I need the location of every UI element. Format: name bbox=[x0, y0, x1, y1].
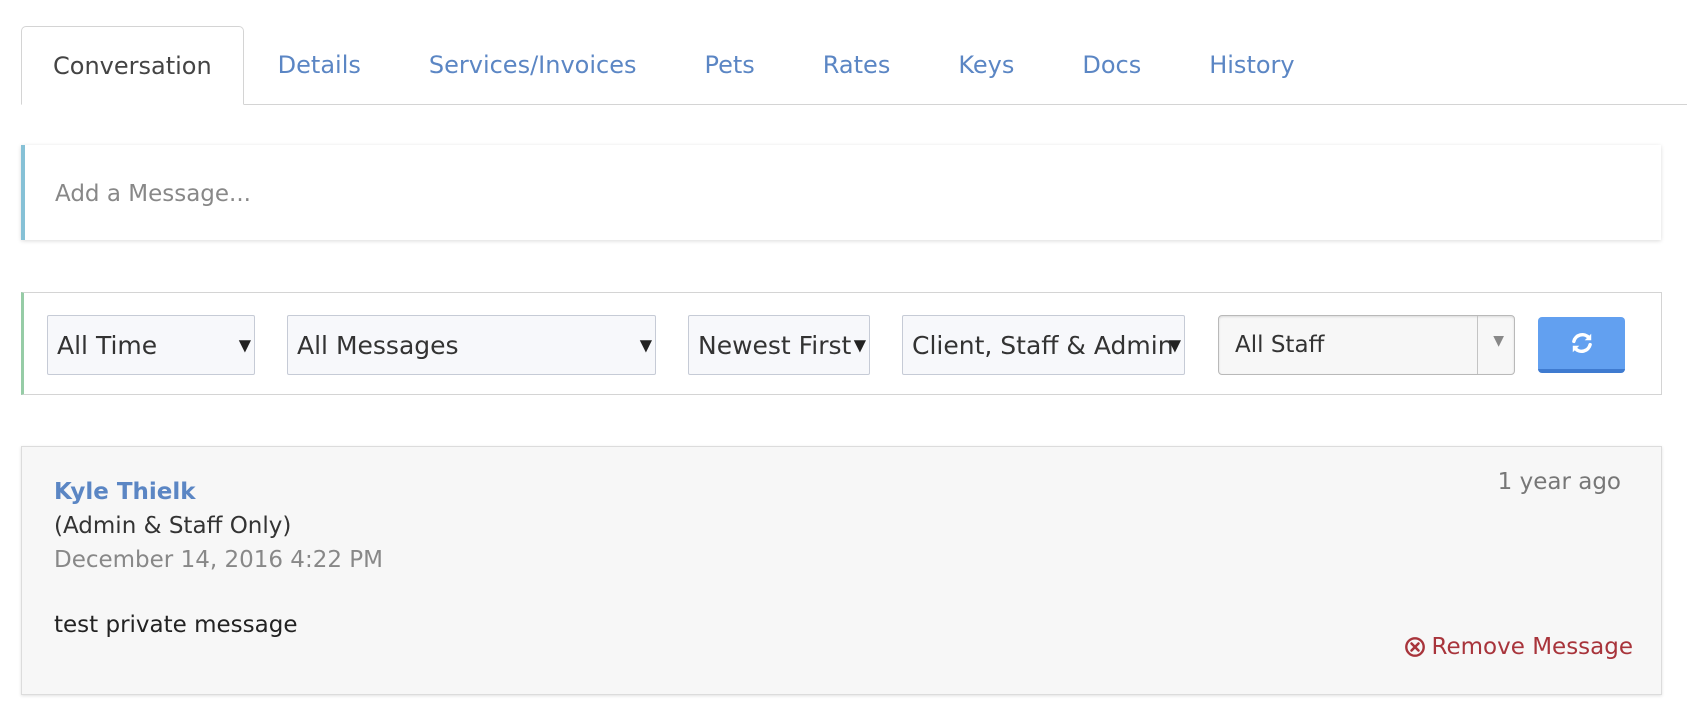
remove-message-link[interactable]: Remove Message bbox=[1404, 634, 1633, 660]
message-input[interactable] bbox=[53, 145, 1637, 242]
tab-rates[interactable]: Rates bbox=[789, 26, 925, 103]
staff-value: All Staff bbox=[1235, 332, 1325, 358]
tab-docs[interactable]: Docs bbox=[1048, 26, 1175, 103]
audience-select[interactable]: Client, Staff & Admin ▼ bbox=[902, 315, 1185, 375]
message-timestamp: December 14, 2016 4:22 PM bbox=[54, 547, 383, 573]
sort-order-select[interactable]: Newest First ▼ bbox=[688, 315, 870, 375]
select-divider bbox=[1477, 316, 1478, 374]
message-relative-time: 1 year ago bbox=[1497, 469, 1621, 495]
tab-keys[interactable]: Keys bbox=[924, 26, 1048, 103]
refresh-icon bbox=[1571, 333, 1592, 353]
refresh-button[interactable] bbox=[1538, 317, 1625, 373]
tab-bar: Conversation Details Services/Invoices P… bbox=[21, 26, 1687, 105]
sort-order-value: Newest First bbox=[698, 330, 852, 360]
message-type-select[interactable]: All Messages ▼ bbox=[287, 315, 656, 375]
caret-down-icon: ▼ bbox=[1493, 333, 1504, 349]
time-filter-select[interactable]: All Time ▼ bbox=[47, 315, 255, 375]
caret-down-icon: ▼ bbox=[1168, 335, 1181, 355]
caret-down-icon: ▼ bbox=[639, 335, 652, 355]
filter-bar: All Time ▼ All Messages ▼ Newest First ▼… bbox=[21, 292, 1662, 395]
client-conversation-page: Conversation Details Services/Invoices P… bbox=[0, 0, 1687, 721]
caret-down-icon: ▼ bbox=[238, 335, 251, 355]
tab-history[interactable]: History bbox=[1175, 26, 1328, 103]
message-body: test private message bbox=[54, 612, 298, 638]
audience-value: Client, Staff & Admin bbox=[912, 330, 1174, 360]
staff-select[interactable]: All Staff ▼ bbox=[1218, 315, 1515, 375]
message-visibility: (Admin & Staff Only) bbox=[54, 513, 292, 539]
tab-pets[interactable]: Pets bbox=[670, 26, 788, 103]
message-composer bbox=[21, 145, 1661, 242]
remove-message-label: Remove Message bbox=[1431, 634, 1633, 660]
time-filter-value: All Time bbox=[57, 330, 158, 360]
caret-down-icon: ▼ bbox=[853, 335, 866, 355]
message-author-link[interactable]: Kyle Thielk bbox=[54, 479, 196, 505]
remove-circle-icon bbox=[1404, 637, 1425, 657]
tab-services-invoices[interactable]: Services/Invoices bbox=[395, 26, 671, 103]
message-card: Kyle Thielk (Admin & Staff Only) Decembe… bbox=[21, 446, 1662, 695]
message-type-value: All Messages bbox=[297, 330, 459, 360]
tab-details[interactable]: Details bbox=[244, 26, 395, 103]
tab-conversation[interactable]: Conversation bbox=[21, 26, 244, 105]
